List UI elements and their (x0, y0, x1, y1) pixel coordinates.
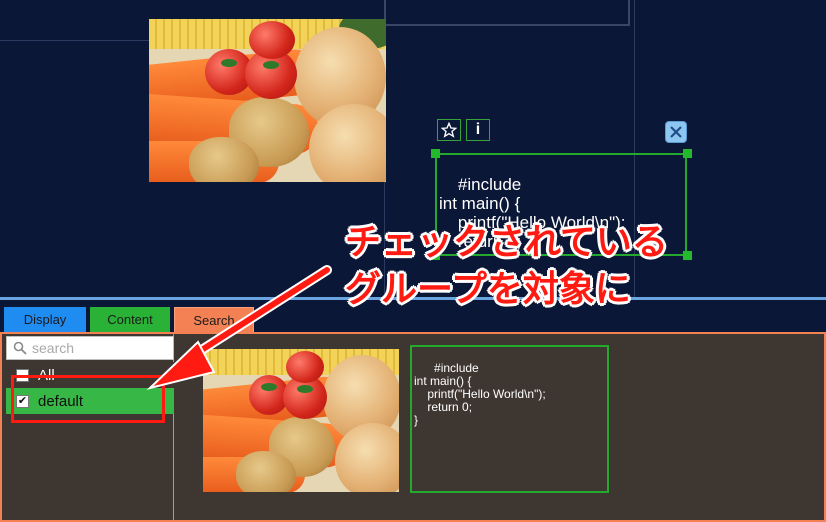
annotation-line-2: グループを対象に (345, 269, 631, 310)
annotation-line-1: チェックされている (345, 222, 668, 263)
